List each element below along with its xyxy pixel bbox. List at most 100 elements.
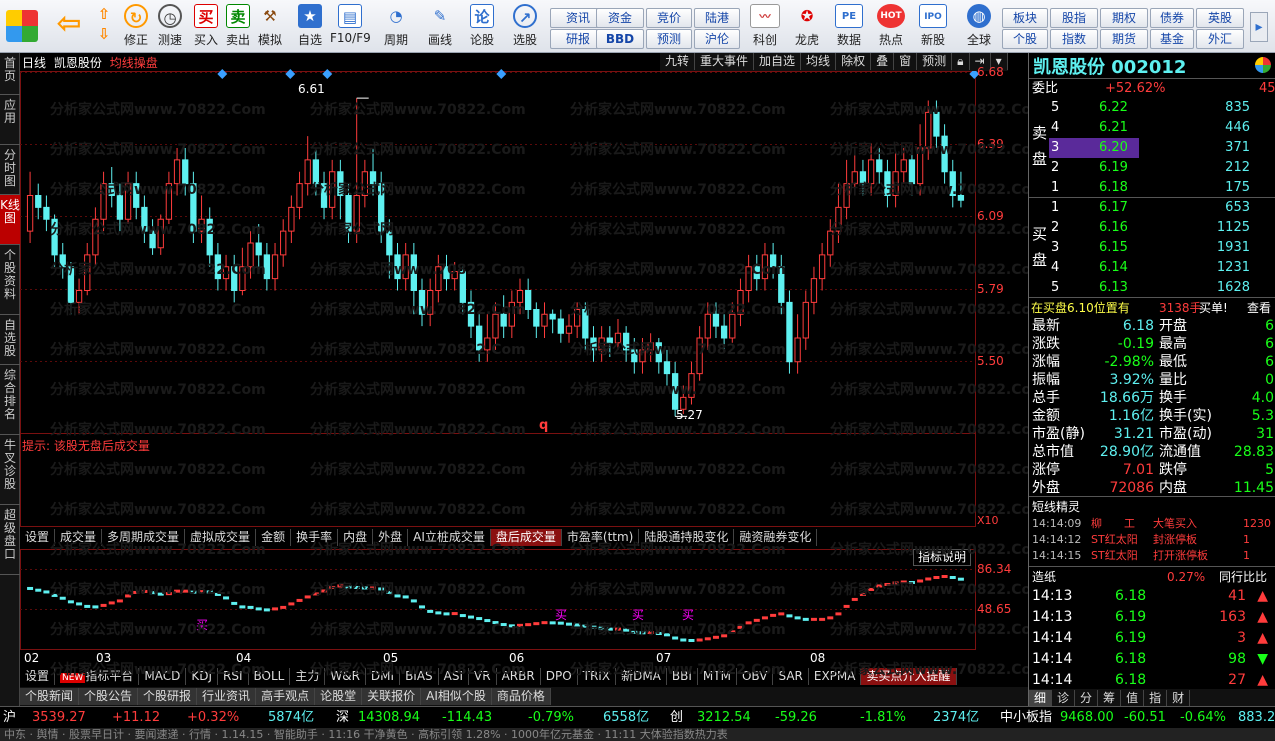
sh-label[interactable]: 沪: [3, 707, 16, 728]
fund-market-button[interactable]: 基金: [1150, 29, 1194, 49]
nav-home[interactable]: 首页: [0, 53, 20, 95]
window-button[interactable]: 窗: [894, 53, 918, 70]
fix-button[interactable]: ↻ 修正: [120, 4, 152, 50]
period-label[interactable]: 日线: [22, 56, 46, 70]
industry-label[interactable]: 造纸: [1032, 567, 1056, 587]
news-tab-ai-similar[interactable]: AI相似个股: [421, 688, 492, 705]
news-ticker[interactable]: 中东 · 舆情 · 股票早日计 · 要闻速递 · 行情 · 1.14.15 · …: [0, 728, 1275, 741]
stock-picker-button[interactable]: ↗ 选股: [504, 4, 546, 50]
ma-button[interactable]: 均线: [801, 53, 837, 70]
global-button[interactable]: ◍ 全球: [958, 4, 1000, 50]
color-wheel-icon[interactable]: [1255, 57, 1271, 73]
futures-button[interactable]: 期货: [1100, 29, 1148, 49]
ex-rights-button[interactable]: 除权: [836, 53, 872, 70]
nav-ranking[interactable]: 综合排名: [0, 365, 20, 435]
predict-button[interactable]: 预测: [917, 53, 953, 70]
nav-kline[interactable]: K线图: [0, 195, 20, 245]
uk-stock-button[interactable]: 英股: [1196, 8, 1244, 28]
watermark-text: 分析家公式网www.70822.Com: [830, 262, 1046, 278]
add-watchlist-button[interactable]: 加自选: [754, 53, 802, 70]
sell-level-row[interactable]: 5 6.22 835: [1029, 98, 1275, 118]
panel-tab-diagnose[interactable]: 诊: [1052, 690, 1076, 707]
panel-tab-chips[interactable]: 筹: [1098, 690, 1122, 707]
sell-level-row[interactable]: 4 6.21 446: [1029, 118, 1275, 138]
bond-button[interactable]: 债券: [1150, 8, 1194, 28]
news-tab-industry[interactable]: 行业资讯: [197, 688, 257, 705]
buy-button[interactable]: 买买入: [190, 4, 222, 50]
nav-apps[interactable]: 应用: [0, 95, 20, 145]
forum-button[interactable]: 论论股: [464, 4, 500, 50]
zx-change: -60.51: [1124, 710, 1166, 725]
news-tab-research[interactable]: 个股研报: [138, 688, 198, 705]
app-logo[interactable]: [4, 4, 40, 50]
buy-level-row[interactable]: 1 6.17 653: [1029, 198, 1275, 218]
toolbar-expand-icon[interactable]: ▸: [1250, 12, 1268, 42]
simulate-button[interactable]: ⚒ 模拟: [254, 4, 286, 50]
period-button[interactable]: ◔ 周期: [376, 4, 416, 50]
ipo-button[interactable]: IPO 新股: [914, 4, 952, 50]
f10-button[interactable]: ▤ F10/F9: [330, 4, 371, 50]
sell-level-row[interactable]: 2 6.19 212: [1029, 158, 1275, 178]
major-event-button[interactable]: 重大事件: [695, 53, 755, 70]
news-tab-related[interactable]: 关联报价: [362, 688, 422, 705]
index-button[interactable]: 指数: [1050, 29, 1098, 49]
zx-label[interactable]: 中小板指: [1000, 707, 1052, 728]
sprite-title[interactable]: 短线精灵: [1032, 497, 1080, 517]
forex-button[interactable]: 外汇: [1196, 29, 1244, 49]
index-futures-button[interactable]: 股指: [1050, 8, 1098, 28]
data-button[interactable]: PE 数据: [830, 4, 868, 50]
hk-connect-button[interactable]: 陆港: [694, 8, 740, 28]
options-button[interactable]: 期权: [1100, 8, 1148, 28]
nine-turn-button[interactable]: 九转: [660, 53, 696, 70]
fund-button[interactable]: 资金: [596, 8, 644, 28]
sell-level-row[interactable]: 3 6.20 371: [1029, 138, 1275, 158]
nav-watchlist[interactable]: 自选股: [0, 315, 20, 365]
back-button[interactable]: ⇦: [52, 4, 86, 50]
sz-label[interactable]: 深: [336, 707, 349, 728]
draw-line-button[interactable]: ✎ 画线: [420, 4, 460, 50]
news-tab-expert[interactable]: 高手观点: [256, 688, 316, 705]
panel-tab-value[interactable]: 值: [1121, 690, 1145, 707]
bbd-button[interactable]: BBD: [596, 29, 644, 49]
buy-level-row[interactable]: 3 6.15 1931: [1029, 238, 1275, 258]
news-tab-announcement[interactable]: 个股公告: [79, 688, 139, 705]
nav-intraday[interactable]: 分时图: [0, 145, 20, 195]
buy-level-row[interactable]: 5 6.13 1628: [1029, 278, 1275, 298]
sprite-row[interactable]: 14:14:15 ST红太阳 打开涨停板 1: [1029, 548, 1275, 564]
nav-up-down[interactable]: ⇧ ⇩: [92, 4, 116, 50]
shanghai-london-button[interactable]: 沪伦: [694, 29, 740, 49]
auction-button[interactable]: 竞价: [646, 8, 692, 28]
speed-test-button[interactable]: ◷ 测速: [154, 4, 186, 50]
panel-tab-finance[interactable]: 财: [1167, 690, 1191, 707]
sell-button[interactable]: 卖卖出: [222, 4, 254, 50]
big-order-view-link[interactable]: 查看: [1247, 298, 1271, 318]
panel-tab-split[interactable]: 分: [1075, 690, 1099, 707]
stock-button[interactable]: 个股: [1002, 29, 1048, 49]
hot-button[interactable]: HOT 热点: [872, 4, 910, 50]
sprite-row[interactable]: 14:14:12 ST红太阳 封涨停板 1: [1029, 532, 1275, 548]
news-tab-stock-news[interactable]: 个股新闻: [20, 688, 80, 705]
news-tab-forum[interactable]: 论股堂: [315, 688, 363, 705]
nav-level2[interactable]: 超级盘口: [0, 505, 20, 575]
nav-profile[interactable]: 个股资料: [0, 245, 20, 315]
watchlist-button[interactable]: ★ 自选: [294, 4, 326, 50]
sector-button[interactable]: 板块: [1002, 8, 1048, 28]
panel-tab-detail[interactable]: 细: [1029, 690, 1053, 707]
forecast-button[interactable]: 预测: [646, 29, 692, 49]
dragon-tiger-button[interactable]: ✪ 龙虎: [788, 4, 826, 50]
lock-icon[interactable]: 🔒︎: [952, 53, 970, 70]
indicator-name[interactable]: 均线操盘: [110, 56, 158, 70]
big-order-row[interactable]: 在买盘6.10位置有 3138手 买单! 查看: [1029, 297, 1275, 317]
news-tab-commodity[interactable]: 商品价格: [491, 688, 551, 705]
peer-compare-link[interactable]: 同行比比: [1219, 567, 1267, 587]
buy-level-row[interactable]: 4 6.14 1231: [1029, 258, 1275, 278]
panel-tab-index[interactable]: 指: [1144, 690, 1168, 707]
star-market-button[interactable]: 〰科创: [746, 4, 784, 50]
nav-diagnosis[interactable]: 牛叉诊股: [0, 435, 20, 505]
overlay-button[interactable]: 叠: [871, 53, 895, 70]
sprite-row[interactable]: 14:14:09 柳 工 大笔买入 1230: [1029, 516, 1275, 532]
cy-label[interactable]: 创: [670, 707, 683, 728]
buy-level-row[interactable]: 2 6.16 1125: [1029, 218, 1275, 238]
osc-dot: [272, 607, 279, 611]
sell-level-row[interactable]: 1 6.18 175: [1029, 178, 1275, 198]
